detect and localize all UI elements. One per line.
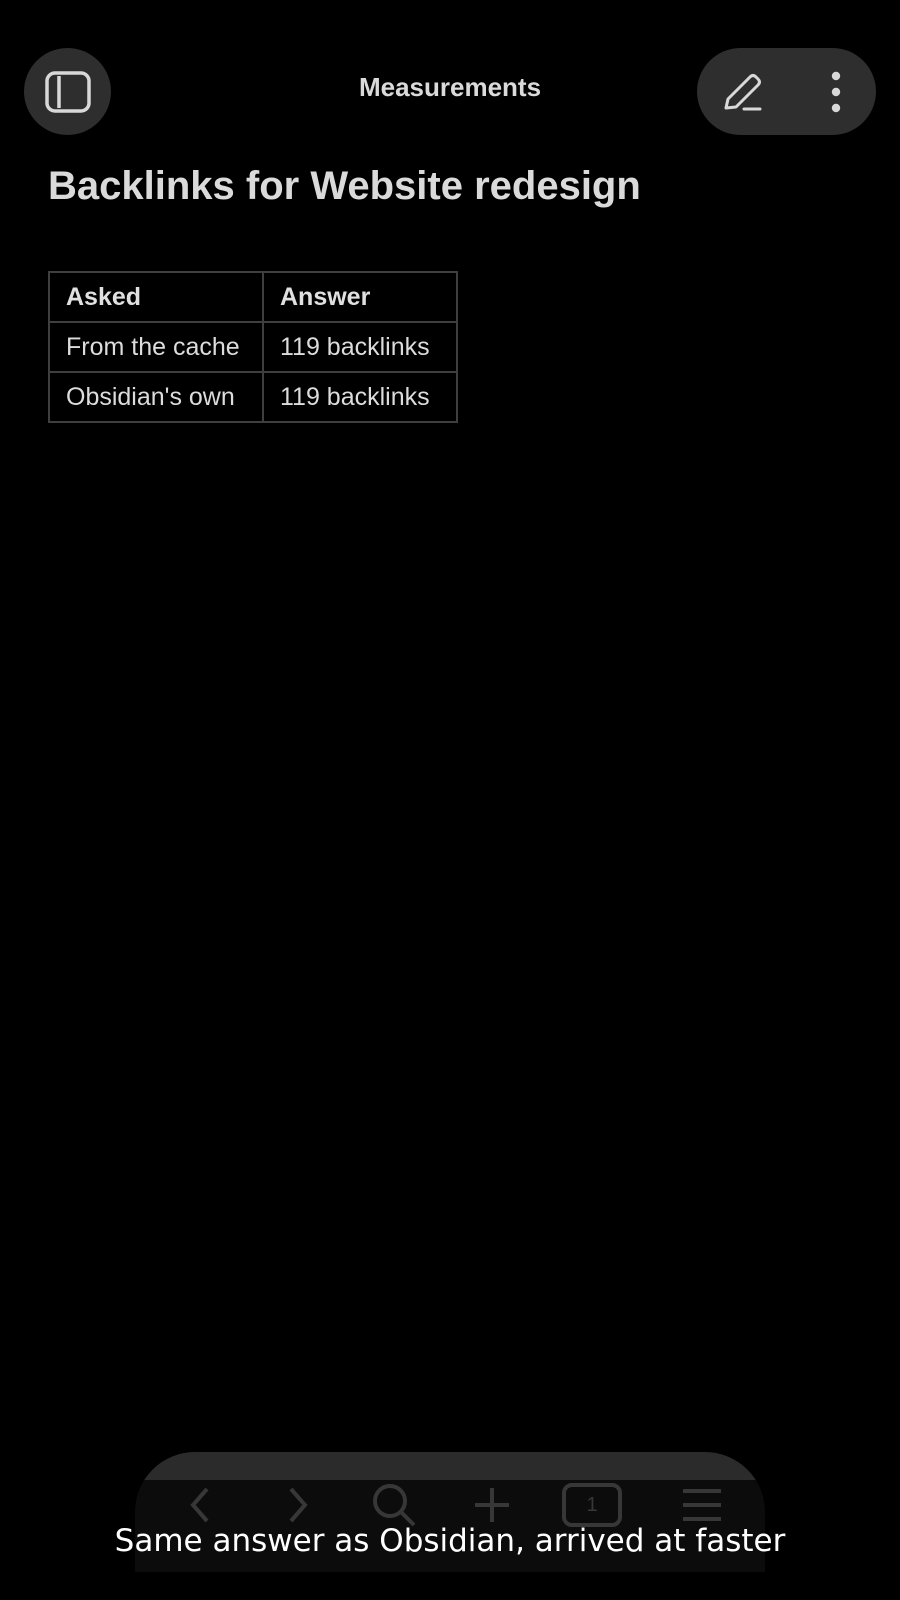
edit-button[interactable] [713, 63, 771, 121]
back-icon [190, 1487, 209, 1523]
search-icon [373, 1484, 416, 1527]
table-cell: From the cache [48, 321, 264, 373]
header-actions [697, 48, 876, 135]
forward-icon [289, 1487, 308, 1523]
results-table: Asked Answer From the cache 119 backlink… [48, 271, 458, 423]
column-header-asked: Asked [48, 271, 264, 323]
table-cell: 119 backlinks [262, 321, 458, 373]
table-row: Obsidian's own 119 backlinks [48, 371, 458, 423]
table-row: From the cache 119 backlinks [48, 321, 458, 373]
table-cell: 119 backlinks [262, 371, 458, 423]
menu-icon [683, 1489, 721, 1521]
pencil-icon [724, 74, 762, 111]
more-options-button[interactable] [807, 63, 865, 121]
plus-icon [475, 1488, 509, 1522]
table-header-row: Asked Answer [48, 271, 458, 323]
sidebar-toggle-icon [44, 70, 91, 113]
caption: Same answer as Obsidian, arrived at fast… [114, 1523, 786, 1559]
table-cell: Obsidian's own [48, 371, 264, 423]
more-vertical-icon [831, 71, 841, 113]
sidebar-toggle-button[interactable] [24, 48, 111, 135]
note-title: Backlinks for Website redesign [48, 164, 641, 208]
column-header-answer: Answer [262, 271, 458, 323]
